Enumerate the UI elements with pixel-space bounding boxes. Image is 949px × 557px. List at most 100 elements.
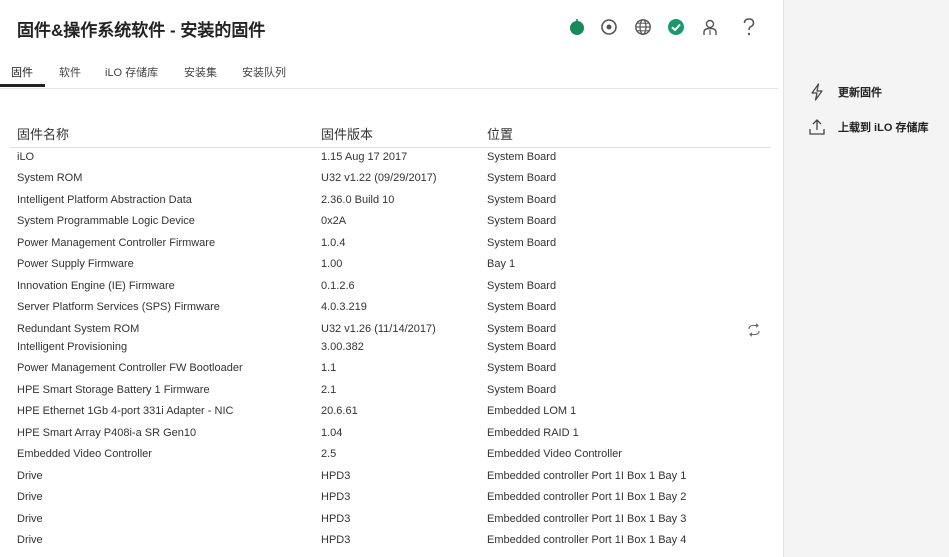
firmware-name-cell: HPE Smart Array P408i-a SR Gen10 xyxy=(17,427,197,439)
tab-bar: 固件 软件 iLO 存储库 安装集 安装队列 xyxy=(0,64,778,89)
firmware-name-cell: Intelligent Provisioning xyxy=(17,341,128,353)
firmware-version-cell: HPD3 xyxy=(321,513,351,525)
firmware-location-cell: System Board xyxy=(487,384,557,396)
firmware-location-cell: System Board xyxy=(487,172,557,184)
page-title: 固件&操作系统软件 - 安装的固件 xyxy=(17,21,266,40)
health-status-icon[interactable] xyxy=(566,16,588,38)
firmware-location-cell: Embedded Video Controller xyxy=(487,448,622,460)
table-row: Drive HPD3 Embedded controller Port 1I Box… xyxy=(0,491,783,509)
update-firmware-label: 更新固件 xyxy=(838,87,882,99)
firmware-name-cell: Redundant System ROM xyxy=(17,323,140,335)
language-globe-icon[interactable] xyxy=(632,16,654,38)
table-row: Power Supply Firmware 1.00 Bay 1 xyxy=(0,258,783,276)
table-row: Power Management Controller FW Bootloade… xyxy=(0,362,783,380)
firmware-name-cell: Drive xyxy=(17,534,43,546)
table-row: Innovation Engine (IE) Firmware 0.1.2.6 Sy… xyxy=(0,280,783,298)
table-row: Embedded Video Controller 2.5 Embedded Vid… xyxy=(0,448,783,466)
firmware-name-cell: Power Supply Firmware xyxy=(17,258,134,270)
user-icon[interactable] xyxy=(699,16,721,38)
firmware-location-cell: System Board xyxy=(487,215,557,227)
firmware-version-cell: 2.5 xyxy=(321,448,337,460)
firmware-version-cell: U32 v1.26 (11/14/2017) xyxy=(321,323,436,335)
firmware-location-cell: Bay 1 xyxy=(487,258,516,270)
firmware-name-cell: Innovation Engine (IE) Firmware xyxy=(17,280,175,292)
table-row: Intelligent Provisioning 3.00.382 System B… xyxy=(0,341,783,359)
tab-software[interactable]: 软件 xyxy=(59,64,81,80)
firmware-location-cell: System Board xyxy=(487,194,557,206)
firmware-location-cell: Embedded controller Port 1I Box 1 Bay 1 xyxy=(487,470,687,482)
firmware-location-cell: System Board xyxy=(487,341,557,353)
update-firmware-button[interactable]: 更新固件 xyxy=(808,82,882,102)
table-row: Server Platform Services (SPS) Firmware 4… xyxy=(0,301,783,319)
firmware-location-cell: Embedded controller Port 1I Box 1 Bay 3 xyxy=(487,513,687,525)
main-panel: 固件&操作系统软件 - 安装的固件 固件 软件 iLO 存储库 安装集 安装队列… xyxy=(0,0,783,557)
firmware-location-cell: System Board xyxy=(487,362,557,374)
firmware-version-cell: 0x2A xyxy=(321,215,347,227)
firmware-version-cell: 1.15 Aug 17 2017 xyxy=(321,151,408,163)
table-row: Power Management Controller Firmware 1.0.… xyxy=(0,237,783,255)
table-header-divider xyxy=(10,147,771,148)
firmware-name-cell: Intelligent Platform Abstraction Data xyxy=(17,194,192,206)
firmware-version-cell: 3.00.382 xyxy=(321,341,364,353)
firmware-version-cell: 0.1.2.6 xyxy=(321,280,355,292)
tab-install-queue[interactable]: 安装队列 xyxy=(242,64,286,80)
help-icon[interactable] xyxy=(738,16,760,38)
firmware-name-cell: Drive xyxy=(17,470,43,482)
firmware-version-cell: HPD3 xyxy=(321,470,351,482)
upload-to-ilo-repository-label: 上载到 iLO 存储库 xyxy=(838,122,929,134)
table-row: iLO 1.15 Aug 17 2017 System Board xyxy=(0,151,783,169)
firmware-version-cell: HPD3 xyxy=(321,491,351,503)
firmware-version-cell: HPD3 xyxy=(321,534,351,546)
table-row: HPE Smart Storage Battery 1 Firmware 2.1 S… xyxy=(0,384,783,402)
firmware-version-cell: 2.36.0 Build 10 xyxy=(321,194,395,206)
firmware-location-cell: Embedded controller Port 1I Box 1 Bay 4 xyxy=(487,534,687,546)
firmware-name-cell: Drive xyxy=(17,491,43,503)
tab-ilo-repository[interactable]: iLO 存储库 xyxy=(105,64,158,80)
firmware-name-cell: HPE Ethernet 1Gb 4-port 331i Adapter - N… xyxy=(17,405,234,417)
table-row: HPE Ethernet 1Gb 4-port 331i Adapter - N… xyxy=(0,405,783,423)
firmware-location-cell: Embedded RAID 1 xyxy=(487,427,579,439)
flash-icon xyxy=(808,82,826,102)
locator-icon[interactable] xyxy=(598,16,620,38)
firmware-name-cell: HPE Smart Storage Battery 1 Firmware xyxy=(17,384,210,396)
upload-to-ilo-repository-button[interactable]: 上载到 iLO 存储库 xyxy=(808,117,928,137)
tab-firmware[interactable]: 固件 xyxy=(11,64,33,80)
upload-icon xyxy=(808,117,826,137)
ok-status-icon[interactable] xyxy=(665,16,687,38)
firmware-name-cell: Power Management Controller FW Bootloade… xyxy=(17,362,243,374)
column-header-firmware-version[interactable]: 固件版本 xyxy=(321,124,373,143)
firmware-version-cell: 1.1 xyxy=(321,362,337,374)
table-row: System ROM U32 v1.22 (09/29/2017) System B… xyxy=(0,172,783,190)
firmware-name-cell: System ROM xyxy=(17,172,83,184)
firmware-location-cell: System Board xyxy=(487,323,557,335)
firmware-version-cell: 1.00 xyxy=(321,258,343,270)
firmware-name-cell: System Programmable Logic Device xyxy=(17,215,195,227)
firmware-location-cell: Embedded controller Port 1I Box 1 Bay 2 xyxy=(487,491,687,503)
table-row: Drive HPD3 Embedded controller Port 1I Box… xyxy=(0,513,783,531)
firmware-name-cell: Power Management Controller Firmware xyxy=(17,237,216,249)
column-header-firmware-name[interactable]: 固件名称 xyxy=(17,124,69,143)
active-tab-indicator xyxy=(0,84,45,87)
swap-rom-icon[interactable] xyxy=(747,323,761,337)
firmware-version-cell: U32 v1.22 (09/29/2017) xyxy=(321,172,437,184)
table-row: Intelligent Platform Abstraction Data 2.3… xyxy=(0,194,783,212)
firmware-name-cell: Server Platform Services (SPS) Firmware xyxy=(17,301,220,313)
firmware-version-cell: 1.04 xyxy=(321,427,343,439)
firmware-name-cell: Drive xyxy=(17,513,43,525)
firmware-version-cell: 4.0.3.219 xyxy=(321,301,367,313)
table-row: Drive HPD3 Embedded controller Port 1I Box… xyxy=(0,534,783,552)
firmware-version-cell: 2.1 xyxy=(321,384,337,396)
table-row: System Programmable Logic Device 0x2A Syst… xyxy=(0,215,783,233)
firmware-location-cell: System Board xyxy=(487,237,557,249)
firmware-version-cell: 20.6.61 xyxy=(321,405,358,417)
firmware-location-cell: System Board xyxy=(487,280,557,292)
table-row: Drive HPD3 Embedded controller Port 1I Box… xyxy=(0,470,783,488)
firmware-version-cell: 1.0.4 xyxy=(321,237,346,249)
firmware-location-cell: Embedded LOM 1 xyxy=(487,405,577,417)
table-row: HPE Smart Array P408i-a SR Gen10 1.04 Embe… xyxy=(0,427,783,445)
tab-install-sets[interactable]: 安装集 xyxy=(184,64,217,80)
firmware-name-cell: Embedded Video Controller xyxy=(17,448,152,460)
firmware-location-cell: System Board xyxy=(487,301,557,313)
firmware-name-cell: iLO xyxy=(17,151,35,163)
column-header-location[interactable]: 位置 xyxy=(487,124,513,143)
